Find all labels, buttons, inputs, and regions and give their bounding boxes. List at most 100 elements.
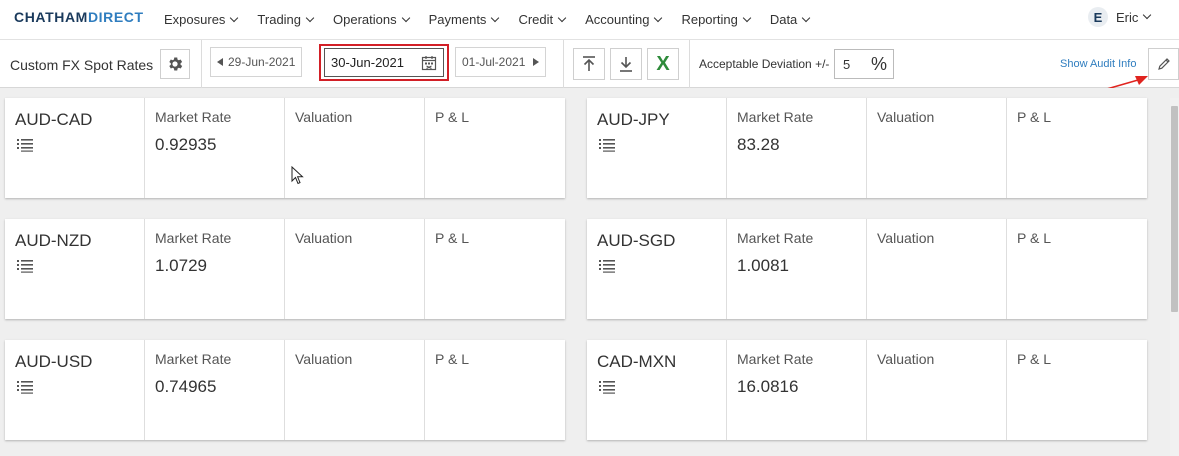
- menu-data[interactable]: Data: [770, 0, 811, 40]
- valuation-label: Valuation: [877, 109, 935, 125]
- market-rate-cell: Market Rate 0.92935: [145, 98, 285, 198]
- gear-icon: [169, 57, 183, 71]
- menu-accounting[interactable]: Accounting: [585, 0, 663, 40]
- pair-cell: CAD-MXN: [587, 340, 727, 440]
- pair-cell: AUD-JPY: [587, 98, 727, 198]
- menu-label: Accounting: [585, 12, 650, 27]
- scrollbar-thumb[interactable]: [1171, 106, 1178, 312]
- currency-pair: CAD-MXN: [597, 352, 677, 371]
- pl-cell: P & L: [1007, 219, 1147, 319]
- list-icon[interactable]: [599, 138, 615, 152]
- chevron-down-icon: [742, 13, 752, 23]
- market-rate-label: Market Rate: [737, 230, 814, 246]
- market-rate-value: 83.28: [737, 135, 780, 154]
- menu-exposures[interactable]: Exposures: [164, 0, 239, 40]
- market-rate-label: Market Rate: [737, 351, 814, 367]
- valuation-cell[interactable]: Valuation: [867, 219, 1007, 319]
- edit-button[interactable]: [1148, 48, 1179, 80]
- pl-cell: P & L: [425, 340, 565, 440]
- rate-card: AUD-SGD Market Rate 1.0081 Valuation P &…: [587, 219, 1147, 319]
- chevron-down-icon: [802, 13, 811, 23]
- download-button[interactable]: [610, 48, 642, 80]
- toolbar-divider: [563, 40, 564, 88]
- valuation-cell[interactable]: Valuation: [285, 340, 425, 440]
- pencil-icon: [1157, 58, 1170, 70]
- list-icon[interactable]: [599, 259, 615, 273]
- show-audit-info-link[interactable]: Show Audit Info: [1060, 58, 1136, 70]
- pl-label: P & L: [1017, 109, 1051, 125]
- valuation-cell[interactable]: Valuation: [867, 98, 1007, 198]
- pair-cell: AUD-USD: [5, 340, 145, 440]
- download-icon: [620, 57, 632, 72]
- previous-date-button[interactable]: 29-Jun-2021: [210, 47, 303, 77]
- market-rate-value: 0.74965: [155, 377, 217, 396]
- menu-operations[interactable]: Operations: [333, 0, 410, 40]
- valuation-label: Valuation: [295, 351, 353, 367]
- pl-label: P & L: [1017, 351, 1051, 367]
- valuation-cell[interactable]: Valuation: [285, 219, 425, 319]
- toolbar-divider: [201, 40, 202, 88]
- market-rate-label: Market Rate: [737, 109, 814, 125]
- chevron-down-icon: [230, 13, 239, 23]
- valuation-label: Valuation: [877, 351, 935, 367]
- chevron-down-icon: [491, 13, 500, 23]
- market-rate-value: 1.0081: [737, 256, 789, 275]
- market-rate-value: 16.0816: [737, 377, 799, 396]
- upload-icon: [583, 56, 595, 71]
- list-icon[interactable]: [17, 138, 33, 152]
- valuation-cell[interactable]: Valuation: [285, 98, 425, 198]
- chevron-down-icon: [654, 13, 663, 23]
- menu-label: Reporting: [681, 12, 738, 27]
- chevron-down-icon: [557, 13, 567, 23]
- list-icon[interactable]: [17, 259, 33, 273]
- menu-credit[interactable]: Credit: [518, 0, 567, 40]
- pl-cell: P & L: [425, 98, 565, 198]
- menu-trading[interactable]: Trading: [257, 0, 315, 40]
- pl-label: P & L: [1017, 230, 1051, 246]
- market-rate-cell: Market Rate 83.28: [727, 98, 867, 198]
- toolbar-divider: [689, 40, 690, 88]
- next-date-button[interactable]: 01-Jul-2021: [455, 47, 547, 77]
- list-icon[interactable]: [17, 380, 33, 394]
- percent-icon: %: [871, 53, 888, 74]
- caret-right-icon: [533, 58, 540, 66]
- user-menu[interactable]: E Eric: [1088, 6, 1152, 28]
- pair-cell: AUD-CAD: [5, 98, 145, 198]
- mouse-cursor-icon: [291, 166, 304, 185]
- market-rate-cell: Market Rate 1.0729: [145, 219, 285, 319]
- valuation-label: Valuation: [877, 230, 935, 246]
- rate-card: AUD-CAD Market Rate 0.92935 Valuation P …: [5, 98, 565, 198]
- pl-label: P & L: [435, 351, 469, 367]
- excel-icon: X: [656, 52, 670, 75]
- market-rate-label: Market Rate: [155, 351, 232, 367]
- vertical-scrollbar[interactable]: [1170, 98, 1179, 456]
- currency-pair: AUD-JPY: [597, 110, 670, 129]
- menu-label: Exposures: [164, 12, 226, 27]
- pair-cell: AUD-SGD: [587, 219, 727, 319]
- upload-button[interactable]: [573, 48, 605, 80]
- menu-reporting[interactable]: Reporting: [681, 0, 752, 40]
- currency-pair: AUD-USD: [15, 352, 93, 371]
- deviation-input[interactable]: 5: [835, 57, 871, 72]
- settings-button[interactable]: [160, 49, 190, 79]
- top-navigation: CHATHAMDIRECT Exposures Trading Operatio…: [0, 0, 1179, 40]
- pl-cell: P & L: [1007, 340, 1147, 440]
- excel-export-button[interactable]: X: [647, 48, 679, 80]
- brand-logo[interactable]: CHATHAMDIRECT: [14, 9, 144, 25]
- market-rate-value: 1.0729: [155, 256, 207, 275]
- chevron-down-icon: [1143, 10, 1152, 20]
- list-icon[interactable]: [599, 380, 615, 394]
- currency-pair: AUD-SGD: [597, 231, 676, 250]
- calendar-icon[interactable]: [421, 55, 437, 71]
- valuation-label: Valuation: [295, 109, 353, 125]
- deviation-field[interactable]: 5 %: [834, 49, 894, 79]
- market-rate-value: 0.92935: [155, 135, 217, 154]
- date-input[interactable]: 30-Jun-2021: [324, 48, 444, 77]
- valuation-cell[interactable]: Valuation: [867, 340, 1007, 440]
- menu-payments[interactable]: Payments: [429, 0, 500, 40]
- pl-label: P & L: [435, 109, 469, 125]
- pair-cell: AUD-NZD: [5, 219, 145, 319]
- chevron-down-icon: [305, 13, 315, 23]
- menu-label: Trading: [257, 12, 302, 27]
- brand-logo-part2: DIRECT: [87, 9, 144, 25]
